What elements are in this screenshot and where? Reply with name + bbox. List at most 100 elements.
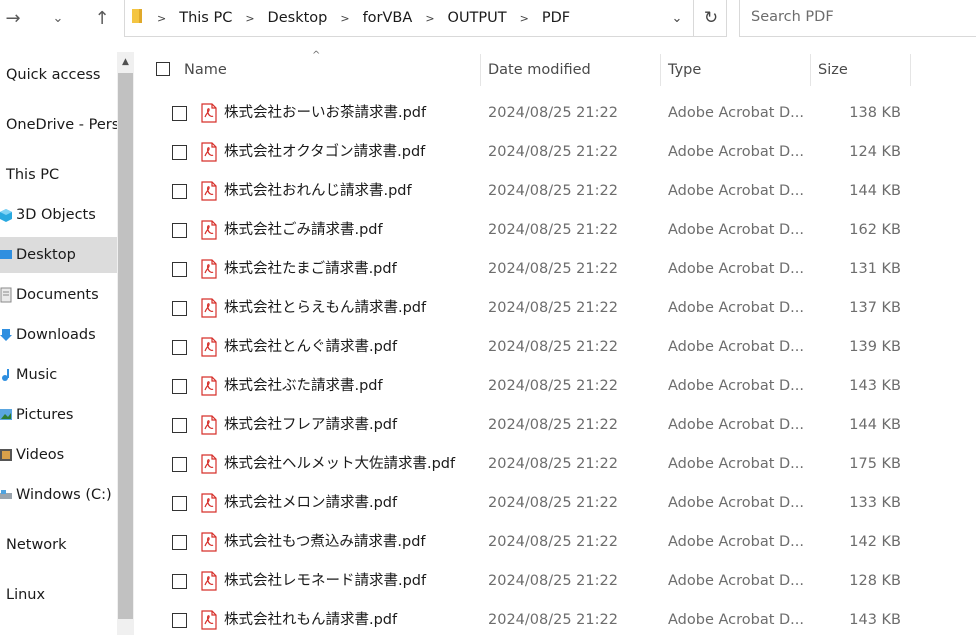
column-divider[interactable]	[480, 54, 481, 86]
file-size: 143 KB	[849, 378, 901, 394]
nav-scrollbar[interactable]: ▲	[117, 52, 134, 635]
file-row[interactable]: 株式会社おれんじ請求書.pdf 2024/08/25 21:22 Adobe Acr…	[134, 172, 976, 211]
file-row[interactable]: 株式会社メロン請求書.pdf 2024/08/25 21:22 Adobe Acro…	[134, 484, 976, 523]
nav-item-downloads[interactable]: Downloads	[0, 317, 117, 353]
address-bar[interactable]: > This PC > Desktop > forVBA > OUTPUT > PDF ⌄ ↻	[124, 0, 727, 37]
file-name[interactable]: 株式会社おれんじ請求書.pdf	[224, 172, 412, 211]
file-name[interactable]: 株式会社ぶた請求書.pdf	[224, 367, 383, 406]
column-type[interactable]: Type	[668, 52, 808, 88]
column-date-modified[interactable]: Date modified	[488, 52, 660, 88]
row-checkbox[interactable]	[172, 106, 187, 121]
file-type: Adobe Acrobat D...	[668, 495, 805, 511]
file-row[interactable]: 株式会社とらえもん請求書.pdf 2024/08/25 21:22 Adobe Ac…	[134, 289, 976, 328]
music-icon	[0, 367, 12, 383]
file-row[interactable]: 株式会社もつ煮込み請求書.pdf 2024/08/25 21:22 Adobe Ac…	[134, 523, 976, 562]
file-name[interactable]: 株式会社メロン請求書.pdf	[224, 484, 397, 523]
nav-item-quick-access[interactable]: Quick access	[0, 57, 117, 93]
file-row[interactable]: 株式会社ヘルメット大佐請求書.pdf 2024/08/25 21:22 Adobe …	[134, 445, 976, 484]
pdf-file-icon	[201, 259, 217, 279]
file-name[interactable]: 株式会社れもん請求書.pdf	[224, 601, 397, 640]
up-button[interactable]: ↑	[90, 6, 114, 30]
nav-item-3d-objects[interactable]: 3D Objects	[0, 197, 117, 233]
video-icon	[0, 447, 12, 463]
file-row[interactable]: 株式会社ごみ請求書.pdf 2024/08/25 21:22 Adobe Acrob…	[134, 211, 976, 250]
row-checkbox[interactable]	[172, 613, 187, 628]
column-name[interactable]: Name	[184, 52, 480, 88]
nav-item-pictures[interactable]: Pictures	[0, 397, 117, 433]
file-name[interactable]: 株式会社レモネード請求書.pdf	[224, 562, 426, 601]
breadcrumb-item[interactable]: This PC	[179, 10, 232, 26]
row-checkbox[interactable]	[172, 496, 187, 511]
row-checkbox[interactable]	[172, 184, 187, 199]
row-checkbox[interactable]	[172, 418, 187, 433]
file-row[interactable]: 株式会社オクタゴン請求書.pdf 2024/08/25 21:22 Adobe Ac…	[134, 133, 976, 172]
row-checkbox[interactable]	[172, 145, 187, 160]
file-row[interactable]: 株式会社おーいお茶請求書.pdf 2024/08/25 21:22 Adobe Ac…	[134, 94, 976, 133]
file-row[interactable]: 株式会社フレア請求書.pdf 2024/08/25 21:22 Adobe Acro…	[134, 406, 976, 445]
nav-item-videos[interactable]: Videos	[0, 437, 117, 473]
nav-item-onedrive-perso[interactable]: OneDrive - Perso	[0, 107, 117, 143]
column-size[interactable]: Size	[818, 52, 908, 88]
breadcrumb-item[interactable]: forVBA	[363, 10, 413, 26]
row-checkbox[interactable]	[172, 223, 187, 238]
file-name[interactable]: 株式会社とんぐ請求書.pdf	[224, 328, 397, 367]
nav-item-windows-c[interactable]: Windows (C:)	[0, 477, 117, 513]
navigation-pane: Quick access OneDrive - Perso This PC 3D Ob…	[0, 52, 117, 635]
column-divider[interactable]	[810, 54, 811, 86]
forward-button[interactable]: →	[0, 6, 26, 30]
file-name[interactable]: 株式会社ごみ請求書.pdf	[224, 211, 383, 250]
file-name[interactable]: 株式会社オクタゴン請求書.pdf	[224, 133, 425, 172]
file-type: Adobe Acrobat D...	[668, 417, 805, 433]
file-name[interactable]: 株式会社フレア請求書.pdf	[224, 406, 397, 445]
file-name[interactable]: 株式会社もつ煮込み請求書.pdf	[224, 523, 426, 562]
file-size: 133 KB	[849, 495, 901, 511]
column-divider[interactable]	[660, 54, 661, 86]
nav-item-label: OneDrive - Perso	[6, 117, 117, 133]
scroll-up-icon[interactable]: ▲	[117, 52, 134, 72]
chevron-right-icon[interactable]: >	[520, 12, 529, 25]
recent-locations-button[interactable]: ⌄	[48, 6, 68, 30]
row-checkbox[interactable]	[172, 262, 187, 277]
file-row[interactable]: 株式会社れもん請求書.pdf 2024/08/25 21:22 Adobe Acro…	[134, 601, 976, 640]
refresh-button[interactable]: ↻	[693, 0, 728, 36]
arrow-up-icon: ↑	[94, 7, 110, 29]
file-name[interactable]: 株式会社ヘルメット大佐請求書.pdf	[224, 445, 455, 484]
breadcrumb-item[interactable]: Desktop	[268, 10, 328, 26]
file-size: 138 KB	[849, 105, 901, 121]
row-checkbox[interactable]	[172, 574, 187, 589]
row-checkbox[interactable]	[172, 457, 187, 472]
file-row[interactable]: 株式会社ぶた請求書.pdf 2024/08/25 21:22 Adobe Acrob…	[134, 367, 976, 406]
file-name[interactable]: 株式会社おーいお茶請求書.pdf	[224, 94, 426, 133]
file-row[interactable]: 株式会社とんぐ請求書.pdf 2024/08/25 21:22 Adobe Acro…	[134, 328, 976, 367]
chevron-right-icon[interactable]: >	[425, 12, 434, 25]
desktop-icon	[0, 247, 12, 263]
nav-item-music[interactable]: Music	[0, 357, 117, 393]
chevron-right-icon[interactable]: >	[340, 12, 349, 25]
row-checkbox[interactable]	[172, 340, 187, 355]
nav-item-label: This PC	[6, 167, 60, 183]
search-box[interactable]	[739, 0, 976, 37]
row-checkbox[interactable]	[172, 535, 187, 550]
breadcrumb-item[interactable]: OUTPUT	[448, 10, 507, 26]
file-row[interactable]: 株式会社たまご請求書.pdf 2024/08/25 21:22 Adobe Acro…	[134, 250, 976, 289]
star-icon	[0, 67, 4, 83]
select-all-checkbox[interactable]	[156, 62, 170, 76]
search-input[interactable]	[749, 8, 973, 26]
nav-item-this-pc[interactable]: This PC	[0, 157, 117, 193]
nav-item-desktop[interactable]: Desktop	[0, 237, 117, 273]
pdf-file-icon	[201, 220, 217, 240]
chevron-right-icon[interactable]: >	[157, 12, 166, 25]
breadcrumb-item[interactable]: PDF	[542, 10, 570, 26]
file-row[interactable]: 株式会社レモネード請求書.pdf 2024/08/25 21:22 Adobe Ac…	[134, 562, 976, 601]
chevron-right-icon[interactable]: >	[245, 12, 254, 25]
nav-item-linux[interactable]: Linux	[0, 577, 117, 613]
nav-item-network[interactable]: Network	[0, 527, 117, 563]
file-name[interactable]: 株式会社たまご請求書.pdf	[224, 250, 397, 289]
row-checkbox[interactable]	[172, 379, 187, 394]
row-checkbox[interactable]	[172, 301, 187, 316]
column-divider[interactable]	[910, 54, 911, 86]
address-dropdown-button[interactable]: ⌄	[662, 0, 692, 36]
nav-item-documents[interactable]: Documents	[0, 277, 117, 313]
file-name[interactable]: 株式会社とらえもん請求書.pdf	[224, 289, 426, 328]
scroll-thumb[interactable]	[118, 73, 133, 619]
